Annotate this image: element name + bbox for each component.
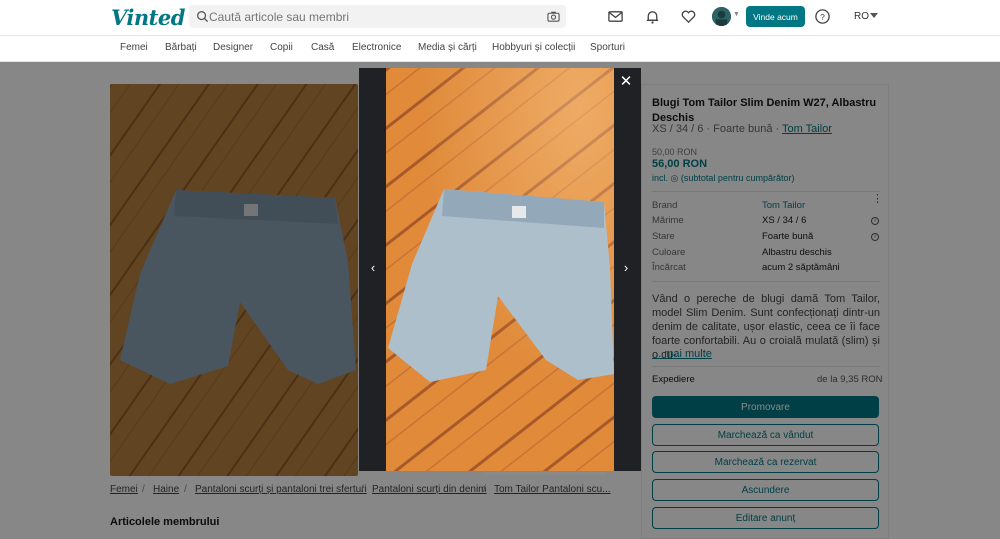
close-icon[interactable]: ✕: [617, 73, 635, 91]
category-nav: Femei Bărbați Designer Copii Casă Electr…: [0, 36, 1000, 62]
language-selector[interactable]: RO: [854, 11, 869, 22]
lightbox-photo: [386, 68, 614, 471]
category-electronice[interactable]: Electronice: [352, 42, 401, 53]
next-photo-icon[interactable]: ›: [619, 258, 633, 278]
thumbnail-strip[interactable]: [484, 472, 606, 475]
bell-icon[interactable]: [644, 8, 661, 25]
avatar-icon: [712, 7, 731, 26]
avatar[interactable]: [712, 7, 731, 26]
category-barbati[interactable]: Bărbați: [165, 42, 197, 53]
search-bar[interactable]: [189, 5, 566, 28]
top-header: Vinted ▼ Vinde acum ? RO: [0, 0, 1000, 36]
category-sporturi[interactable]: Sporturi: [590, 42, 625, 53]
photo-lightbox: ✕ ‹ ›: [359, 68, 641, 471]
category-copii[interactable]: Copii: [270, 42, 293, 53]
vinted-logo[interactable]: Vinted: [111, 5, 185, 30]
language-chevron-down-icon[interactable]: [870, 13, 878, 18]
search-icon: [197, 11, 209, 23]
avatar-chevron-down-icon[interactable]: ▼: [733, 11, 740, 18]
heart-icon[interactable]: [680, 8, 697, 25]
search-input[interactable]: [209, 5, 534, 28]
lightbox-shorts-image: [386, 68, 614, 471]
category-media-carti[interactable]: Media și cărți: [418, 42, 477, 53]
help-icon[interactable]: ?: [814, 8, 831, 25]
prev-photo-icon[interactable]: ‹: [366, 258, 380, 278]
category-hobbyuri[interactable]: Hobbyuri și colecții: [492, 42, 575, 53]
sell-now-button[interactable]: Vinde acum: [746, 6, 805, 27]
category-femei[interactable]: Femei: [120, 42, 148, 53]
category-casa[interactable]: Casă: [311, 42, 334, 53]
camera-icon[interactable]: [547, 10, 560, 23]
svg-text:?: ?: [820, 12, 825, 22]
mail-icon[interactable]: [607, 8, 624, 25]
category-designer[interactable]: Designer: [213, 42, 253, 53]
